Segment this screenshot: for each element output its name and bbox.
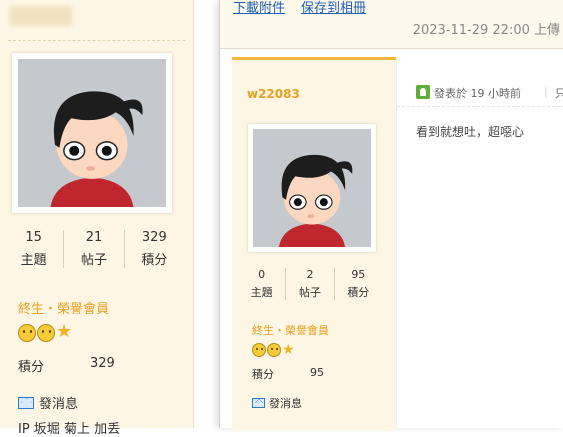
mail-icon (18, 396, 34, 409)
divider (8, 40, 185, 41)
user-stats: 15 主題 21 帖子 329 積分 (4, 230, 184, 268)
stat-label: 積分 (141, 253, 168, 268)
mail-icon (252, 398, 265, 408)
stat-label: 帖子 (298, 286, 321, 299)
avatar[interactable] (12, 53, 172, 213)
download-attachment-link[interactable]: 下載附件 (233, 0, 285, 16)
stat-label: 主題 (250, 286, 273, 299)
send-message-link[interactable]: 發消息 (18, 393, 78, 412)
stat-points[interactable]: 329 積分 (123, 230, 184, 268)
score-label: 積分 (18, 360, 45, 375)
smiley-badge-icon (252, 343, 266, 357)
separator: | (544, 85, 548, 98)
stat-label: 主題 (20, 253, 47, 268)
smiley-badge-icon (37, 324, 55, 342)
stat-value: 2 (306, 268, 314, 281)
stat-label: 積分 (347, 286, 370, 299)
save-to-album-link[interactable]: 保存到相冊 (301, 0, 366, 16)
smiley-badge-icon (267, 343, 281, 357)
blurred-username (10, 6, 72, 26)
author-name[interactable]: w22083 (247, 87, 300, 101)
rank-badges: ★ (252, 343, 295, 357)
rank-badges: ★ (18, 321, 73, 342)
member-rank[interactable]: 終生・榮譽會員 (252, 322, 329, 338)
stat-points[interactable]: 95 積分 (333, 268, 382, 300)
score-row: 積分 329 (18, 356, 115, 375)
post-panel: 下載附件 保存到相冊 2023-11-29 22:00 上傳 w22083 0 … (219, 0, 563, 431)
stat-topics[interactable]: 0 主題 (238, 268, 285, 300)
stat-value: 0 (258, 268, 266, 281)
send-message-label: 發消息 (39, 397, 79, 412)
stat-posts[interactable]: 21 帖子 (63, 230, 123, 268)
post-author-sidebar: w22083 0 主題 2 帖子 95 積分 終生・榮譽會員 ★ 積分 95 發… (232, 57, 396, 431)
stat-topics[interactable]: 15 主題 (4, 230, 63, 268)
member-rank[interactable]: 終生・榮譽會員 (18, 298, 109, 317)
attachment-bar: 下載附件 保存到相冊 2023-11-29 22:00 上傳 (220, 0, 563, 49)
star-badge-icon: ★ (56, 321, 73, 342)
post-message: 看到就想吐，超噁心 (416, 125, 525, 139)
user-stats: 0 主題 2 帖子 95 積分 (238, 268, 382, 300)
score-value: 95 (310, 366, 324, 379)
stat-value: 329 (141, 230, 167, 245)
star-badge-icon: ★ (282, 342, 295, 358)
stat-value: 95 (351, 268, 366, 281)
upload-timestamp: 2023-11-29 22:00 上傳 (412, 23, 560, 38)
post-time: 發表於 19 小時前 (434, 87, 521, 100)
smiley-badge-icon (18, 324, 36, 342)
avatar-cartoon-boy-icon (18, 59, 166, 207)
score-label: 積分 (252, 368, 274, 381)
send-message-link[interactable]: 發消息 (252, 395, 302, 411)
avatar-cartoon-boy-icon (253, 129, 371, 247)
stat-label: 帖子 (80, 253, 107, 268)
avatar[interactable] (248, 124, 376, 252)
background-profile-sidebar: 15 主題 21 帖子 329 積分 終生・榮譽會員 ★ 積分 329 發消息 … (0, 0, 194, 437)
send-message-label: 發消息 (269, 397, 302, 410)
post-header: 發表於 19 小時前 | 只 (397, 74, 563, 107)
stat-value: 15 (25, 230, 42, 245)
post-content-area: 發表於 19 小時前 | 只 看到就想吐，超噁心 (396, 57, 563, 428)
score-value: 329 (90, 356, 115, 371)
post-status-icon (416, 85, 430, 99)
stat-posts[interactable]: 2 帖子 (285, 268, 333, 300)
stat-value: 21 (85, 230, 103, 245)
only-author-link[interactable]: 只 (555, 85, 563, 101)
score-row: 積分 95 (252, 366, 324, 382)
